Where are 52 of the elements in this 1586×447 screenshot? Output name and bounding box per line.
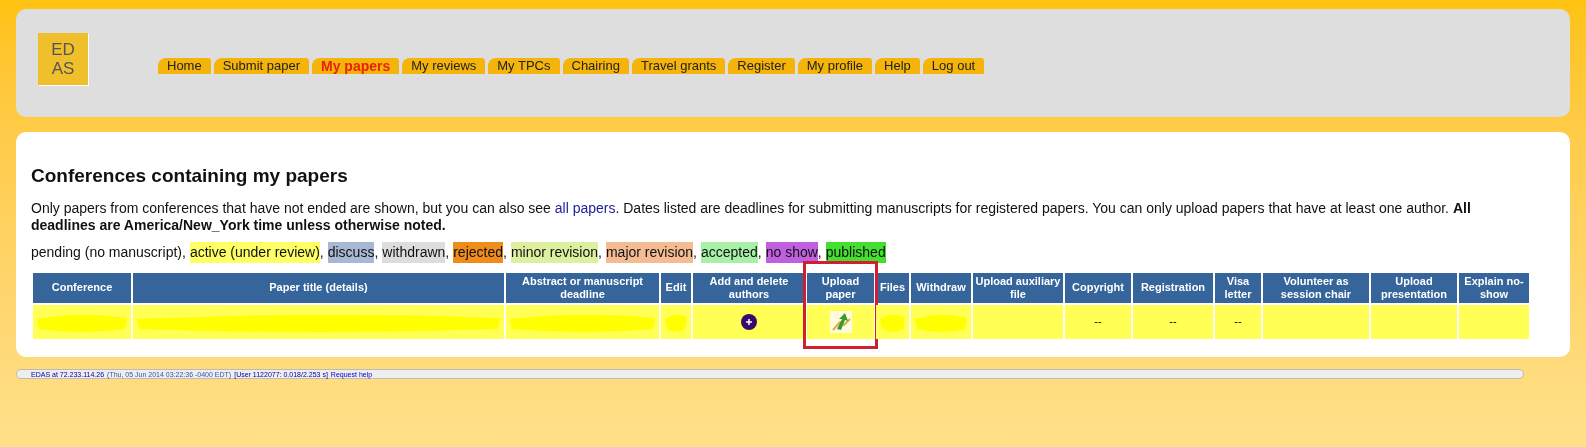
- status-label: rejected: [453, 241, 503, 263]
- logo[interactable]: ED AS: [38, 33, 88, 85]
- table-cell: [1459, 304, 1529, 339]
- comma: ,: [503, 242, 507, 262]
- nav-tab[interactable]: Submit paper: [213, 58, 309, 74]
- column-header: Withdraw: [911, 272, 971, 303]
- status-label: minor revision: [510, 241, 599, 263]
- column-header: Volunteer as session chair: [1263, 272, 1369, 303]
- column-header: Files: [876, 272, 909, 303]
- comma: ,: [757, 242, 762, 262]
- column-header: Paper title (details): [133, 272, 504, 303]
- page-heading: Conferences containing my papers: [31, 164, 349, 188]
- table-cell: --: [1065, 304, 1131, 339]
- table-cell: --: [1133, 304, 1213, 339]
- logo-text: ED: [51, 40, 75, 59]
- add-icon[interactable]: [741, 314, 757, 331]
- column-header: Abstract or manuscript deadline: [506, 272, 659, 303]
- column-header: Registration: [1133, 272, 1213, 303]
- comma: ,: [445, 242, 450, 262]
- nav-tab[interactable]: My TPCs: [488, 58, 560, 74]
- status-label: pending (no manuscript): [31, 242, 182, 262]
- nav-tab[interactable]: My reviews: [402, 58, 486, 74]
- column-header: Copyright: [1065, 272, 1131, 303]
- column-header: Edit: [661, 272, 691, 303]
- nav-tab[interactable]: Register: [728, 58, 795, 74]
- comma: ,: [598, 242, 602, 262]
- status-label: published: [825, 241, 886, 263]
- nav-tab[interactable]: Chairing: [562, 58, 629, 74]
- status-label: no show: [765, 241, 818, 263]
- comma: ,: [817, 242, 822, 262]
- column-header: Conference: [33, 272, 131, 303]
- column-header: Explain no-show: [1459, 272, 1529, 303]
- comma: ,: [182, 242, 186, 262]
- column-header: Add and delete authors: [693, 272, 805, 303]
- column-header: Upload presentation: [1371, 272, 1457, 303]
- column-header: Upload paper: [807, 272, 874, 303]
- comma: ,: [319, 242, 324, 262]
- logo-text: AS: [51, 59, 75, 78]
- status-label: accepted: [700, 241, 758, 263]
- nav-tab[interactable]: Help: [875, 58, 920, 74]
- status-label: active (under review): [189, 241, 320, 263]
- intro-paragraph: Only papers from conferences that have not ended are shown, but you can also see all papers. Dates listed are deadlines for submitting manuscripts for registered papers. You can only upload papers that have at least one author. All deadlines are America/New_York time unless otherwise noted.: [31, 199, 1472, 234]
- status-label: major revision: [605, 241, 694, 263]
- table-cell: --: [1215, 304, 1261, 339]
- column-header: Upload auxiliary file: [973, 272, 1063, 303]
- comma: ,: [374, 242, 379, 262]
- column-header: Visa letter: [1215, 272, 1261, 303]
- nav-tab[interactable]: Log out: [922, 58, 985, 74]
- nav-tab[interactable]: My profile: [797, 58, 873, 74]
- comma: ,: [693, 242, 697, 262]
- nav-tab[interactable]: Travel grants: [631, 58, 726, 74]
- nav-tab[interactable]: Home: [158, 58, 211, 74]
